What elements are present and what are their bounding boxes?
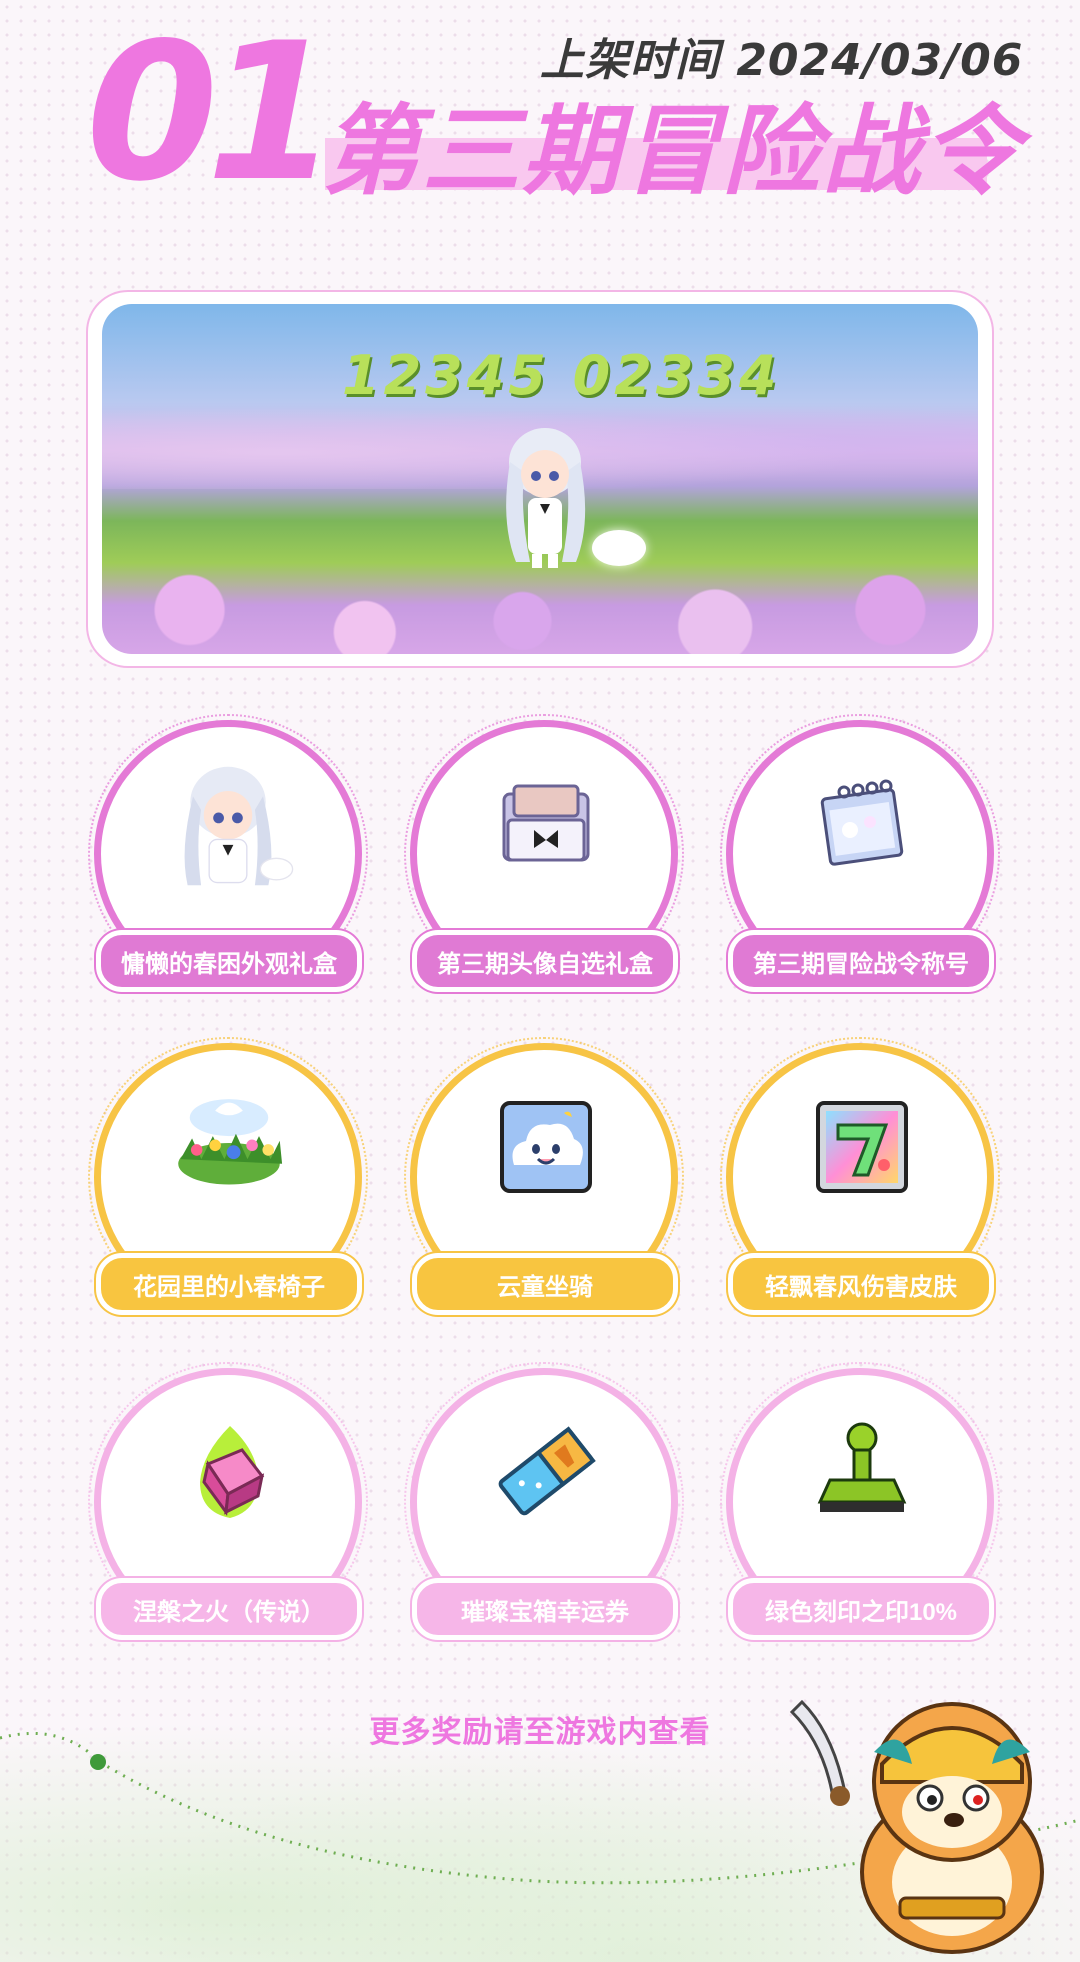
reward-label: 第三期冒险战令称号 — [728, 930, 994, 992]
page-title: 第三期冒险战令 — [322, 95, 1023, 209]
reward-item-5[interactable]: 云童坐骑 — [404, 1037, 684, 1329]
reward-item-4[interactable]: 花园里的小春椅子 — [88, 1037, 368, 1329]
reward-label: 绿色刻印之印10% — [728, 1578, 994, 1640]
character-outfit-icon — [184, 766, 294, 886]
reward-label: 涅槃之火（传说） — [96, 1578, 362, 1640]
reward-label: 第三期头像自选礼盒 — [412, 930, 678, 992]
banner-sheep-icon — [592, 530, 646, 566]
section-number: 01 — [86, 2, 338, 223]
nirvana-flame-icon — [200, 1426, 265, 1518]
reward-item-8[interactable]: 璀璨宝箱幸运券 — [404, 1362, 684, 1654]
reward-item-1[interactable]: 慵懒的春困外观礼盒 — [88, 714, 368, 1006]
mascot-icon — [789, 1699, 1044, 1954]
reward-label: 花园里的小春椅子 — [96, 1253, 362, 1315]
calendar-title-icon — [820, 779, 904, 866]
reward-label: 轻飘春风伤害皮肤 — [728, 1253, 994, 1315]
banner-digits: 12345 02334 — [342, 344, 781, 407]
cloud-mount-icon — [500, 1101, 592, 1193]
reward-label: 慵懒的春困外观礼盒 — [96, 930, 362, 992]
green-stamp-icon — [817, 1422, 907, 1512]
damage-skin-icon — [816, 1101, 908, 1193]
reward-label: 云童坐骑 — [412, 1253, 678, 1315]
flower-chair-icon — [178, 1099, 283, 1185]
reward-label: 璀璨宝箱幸运券 — [412, 1578, 678, 1640]
reward-item-7[interactable]: 涅槃之火（传说） — [88, 1362, 368, 1654]
reward-item-6[interactable]: 轻飘春风伤害皮肤 — [720, 1037, 1000, 1329]
lucky-ticket-icon — [498, 1426, 596, 1516]
banner-character-icon — [506, 428, 586, 568]
reward-item-2[interactable]: 第三期头像自选礼盒 — [404, 714, 684, 1006]
avatar-box-icon — [502, 784, 590, 862]
banner-image: 12345 02334 — [102, 304, 978, 654]
reward-item-3[interactable]: 第三期冒险战令称号 — [720, 714, 1000, 1006]
reward-item-9[interactable]: 绿色刻印之印10% — [720, 1362, 1000, 1654]
